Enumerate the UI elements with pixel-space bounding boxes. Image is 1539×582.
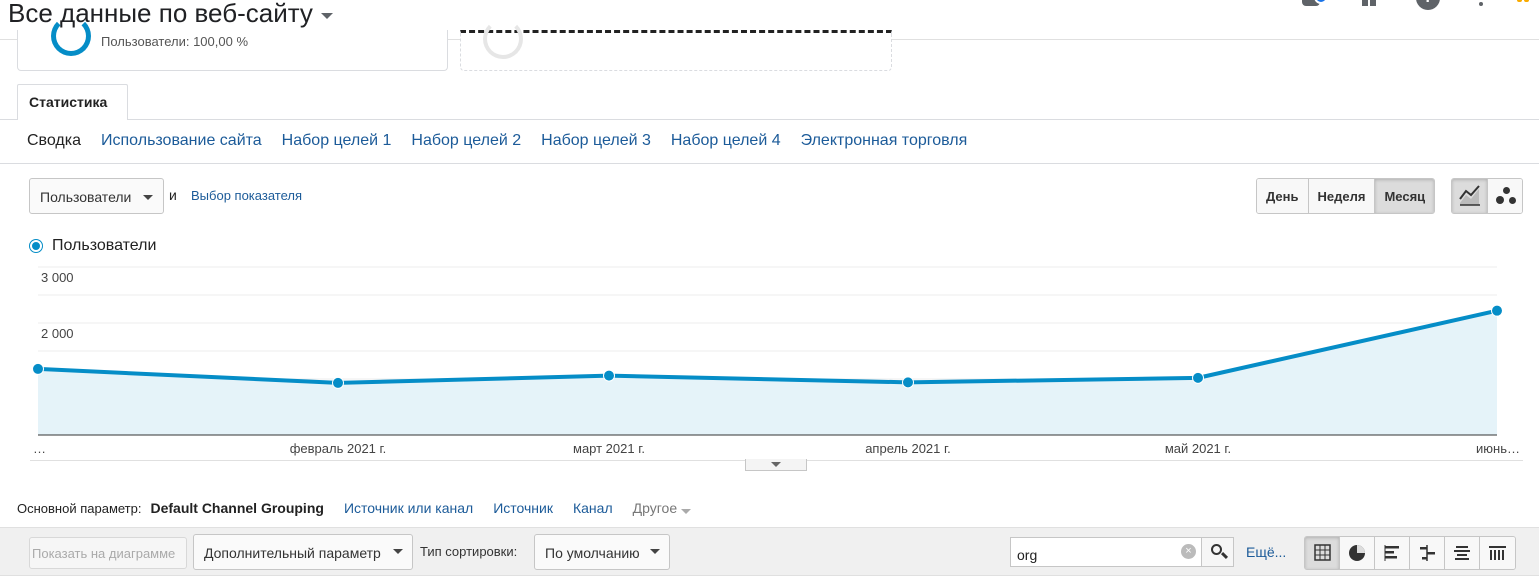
chart-resize-handle[interactable] (745, 459, 807, 471)
dimension-source[interactable]: Источник (493, 500, 553, 516)
data-point (332, 376, 344, 389)
primary-dimension-bar: Основной параметр: Default Channel Group… (17, 500, 711, 516)
subnav-site-usage[interactable]: Использование сайта (101, 132, 262, 150)
chevron-down-icon (143, 195, 153, 200)
period-day-button[interactable]: День (1257, 179, 1309, 213)
table-header (0, 575, 1539, 582)
table-search-input[interactable] (1010, 537, 1202, 567)
pie-chart-icon (1349, 545, 1365, 561)
explorer-subnav: Сводка Использование сайта Набор целей 1… (27, 132, 967, 150)
tab-statistics[interactable]: Статистика (17, 84, 128, 120)
segment-card[interactable]: Пользователи: 100,00 % (17, 16, 448, 71)
dimension-channel[interactable]: Канал (573, 500, 613, 516)
term-cloud-icon (1454, 546, 1470, 560)
users-line-chart: 3 0002 0001 000…февраль 2021 г.март 2021… (32, 266, 1520, 456)
help-icon[interactable]: ? (1416, 0, 1440, 10)
pivot-icon (1489, 546, 1506, 560)
chart-legend: Пользователи (30, 237, 156, 255)
x-tick-label: … (33, 441, 46, 456)
x-tick-label: июнь… (1476, 441, 1520, 456)
metric-select[interactable]: Пользователи (29, 178, 164, 214)
clear-search-icon[interactable]: × (1181, 544, 1196, 559)
secondary-dimension-select[interactable]: Дополнительный параметр (193, 534, 413, 570)
analytics-logo-icon (1515, 0, 1539, 10)
period-week-button[interactable]: Неделя (1308, 179, 1376, 213)
x-tick-label: февраль 2021 г. (290, 441, 387, 456)
and-label: и (169, 187, 177, 203)
subnav-summary[interactable]: Сводка (27, 132, 81, 150)
line-chart-button[interactable] (1452, 179, 1488, 213)
plot-rows-button[interactable]: Показать на диаграмме (29, 537, 187, 569)
apps-icon[interactable] (1362, 0, 1386, 10)
view-term-cloud-button[interactable] (1445, 537, 1480, 569)
x-tick-label: март 2021 г. (573, 441, 645, 456)
table-view-toggle (1304, 536, 1516, 570)
subnav-goal-set-3[interactable]: Набор целей 3 (541, 132, 651, 150)
sort-type-value: По умолчанию (545, 545, 640, 561)
data-point (32, 362, 44, 375)
subnav-ecommerce[interactable]: Электронная торговля (801, 132, 968, 150)
add-segment-card[interactable] (460, 19, 892, 71)
period-month-button[interactable]: Месяц (1375, 179, 1435, 213)
bell-icon[interactable] (1300, 0, 1328, 10)
series-area (38, 310, 1497, 435)
sort-type-label: Тип сортировки: (420, 544, 518, 559)
advanced-filter-link[interactable]: Ещё... (1246, 544, 1286, 560)
empty-segment-ring-icon (483, 19, 523, 59)
data-point (1192, 371, 1204, 384)
motion-chart-button[interactable] (1488, 179, 1522, 213)
dimension-other-label: Другое (632, 500, 678, 516)
comparison-icon (1420, 545, 1435, 561)
period-toggle: День Неделя Месяц (1256, 178, 1436, 214)
subnav-goal-set-4[interactable]: Набор целей 4 (671, 132, 781, 150)
data-point (902, 376, 914, 389)
legend-series-label: Пользователи (52, 237, 157, 254)
x-tick-label: апрель 2021 г. (865, 441, 951, 456)
dimension-other-dropdown[interactable]: Другое (632, 500, 692, 516)
chevron-down-icon (681, 508, 692, 514)
view-percentage-button[interactable] (1340, 537, 1375, 569)
tab-divider (0, 119, 1539, 120)
view-comparison-button[interactable] (1410, 537, 1445, 569)
segment-percent: Пользователи: 100,00 % (101, 34, 249, 49)
segment-ring-icon (51, 16, 91, 56)
x-tick-label: май 2021 г. (1165, 441, 1231, 456)
line-chart-icon (1459, 185, 1480, 206)
subnav-goal-set-1[interactable]: Набор целей 1 (282, 132, 392, 150)
chevron-down-icon (320, 12, 333, 19)
legend-series-dot (30, 240, 42, 252)
y-tick-label: 3 000 (41, 270, 74, 285)
table-grid-icon (1314, 544, 1331, 561)
search-button[interactable] (1201, 537, 1234, 567)
primary-dimension-current: Default Channel Grouping (150, 500, 324, 516)
table-toolbar: Показать на диаграмме Дополнительный пар… (0, 527, 1539, 582)
chevron-down-icon (393, 549, 403, 554)
data-point (603, 369, 615, 382)
data-point (1491, 304, 1503, 317)
subnav-goal-set-2[interactable]: Набор целей 2 (411, 132, 521, 150)
metric-select-value: Пользователи (40, 189, 132, 205)
view-table-button[interactable] (1305, 537, 1340, 569)
sort-type-select[interactable]: По умолчанию (534, 534, 670, 570)
chevron-down-icon (650, 549, 660, 554)
chart-type-toggle (1451, 178, 1523, 214)
secondary-dimension-label: Дополнительный параметр (204, 545, 381, 561)
dimension-source-medium[interactable]: Источник или канал (344, 500, 473, 516)
primary-dimension-label: Основной параметр: (17, 500, 142, 516)
view-pivot-button[interactable] (1480, 537, 1515, 569)
bar-list-icon (1384, 545, 1399, 561)
subnav-divider (0, 163, 1539, 164)
view-performance-button[interactable] (1375, 537, 1410, 569)
y-tick-label: 2 000 (41, 326, 74, 341)
select-metric-link[interactable]: Выбор показателя (191, 188, 302, 203)
more-vert-icon[interactable] (1470, 0, 1494, 10)
